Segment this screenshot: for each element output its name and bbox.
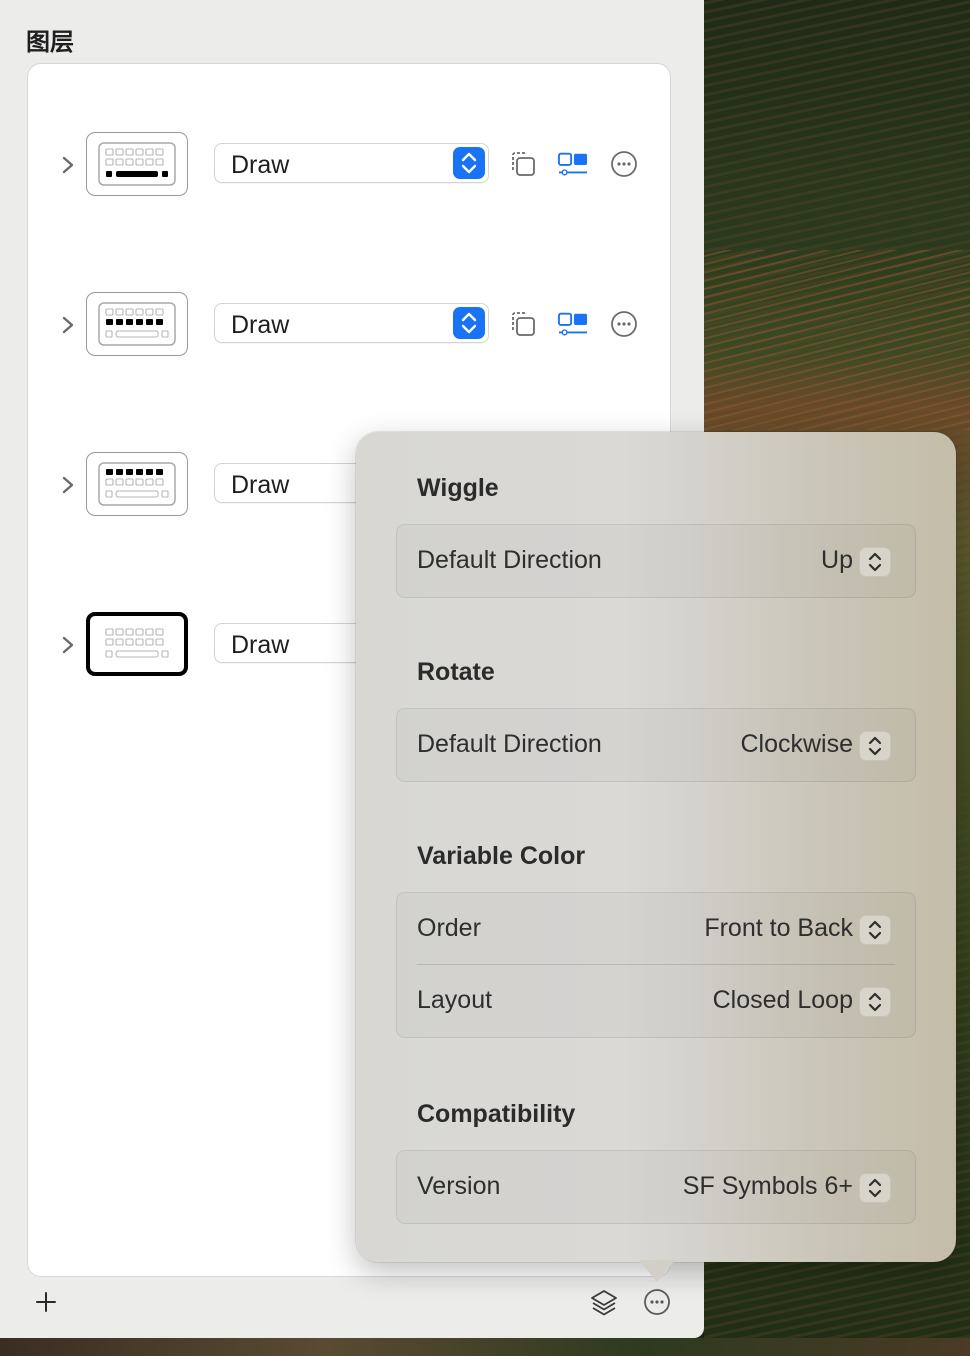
row-label: Order: [417, 914, 481, 942]
blend-mode-value: Draw: [231, 631, 290, 659]
rotate-direction-value[interactable]: Clockwise: [740, 730, 853, 759]
variable-color-settings-group: Order Front to Back Layout Closed Loop: [396, 892, 916, 1038]
section-title-rotate: Rotate: [417, 658, 495, 686]
popover-arrow: [639, 1260, 675, 1282]
blend-mode-value: Draw: [231, 471, 290, 499]
select-stepper-icon[interactable]: [859, 1173, 891, 1203]
blend-mode-select[interactable]: Draw: [214, 303, 489, 343]
more-options-icon[interactable]: [609, 149, 639, 179]
add-layer-icon[interactable]: [34, 1290, 58, 1314]
row-label: Layout: [417, 986, 493, 1014]
annotation-layout-icon[interactable]: [558, 149, 588, 179]
sidebar-title: 图层: [26, 29, 74, 56]
layer-row[interactable]: Draw: [28, 130, 670, 200]
disclosure-chevron-icon[interactable]: [58, 634, 78, 656]
section-title-wiggle: Wiggle: [417, 474, 499, 502]
keyboard-bottom-row-highlight-icon[interactable]: [86, 132, 188, 196]
rotate-settings-group: Default Direction Clockwise: [396, 708, 916, 782]
blend-mode-value: Draw: [231, 311, 290, 339]
keyboard-top-row-highlight-icon[interactable]: [86, 452, 188, 516]
keyboard-frame-highlight-icon[interactable]: [86, 612, 188, 676]
disclosure-chevron-icon[interactable]: [58, 314, 78, 336]
wiggle-settings-group: Default Direction Up: [396, 524, 916, 598]
compatibility-settings-group: Version SF Symbols 6+: [396, 1150, 916, 1224]
keyboard-middle-row-highlight-icon[interactable]: [86, 292, 188, 356]
layout-row[interactable]: Layout Closed Loop: [397, 965, 915, 1037]
disclosure-chevron-icon[interactable]: [58, 474, 78, 496]
more-options-icon[interactable]: [609, 309, 639, 339]
more-options-icon[interactable]: [643, 1288, 671, 1316]
blend-mode-value: Draw: [231, 151, 290, 179]
order-row[interactable]: Order Front to Back: [397, 893, 915, 965]
animation-options-popover: Wiggle Default Direction Up Rotate Defau…: [356, 432, 956, 1262]
disclosure-chevron-icon[interactable]: [58, 154, 78, 176]
select-stepper-icon[interactable]: [859, 731, 891, 761]
section-title-compatibility: Compatibility: [417, 1100, 576, 1128]
desktop-wallpaper-strip: [0, 1338, 970, 1356]
select-stepper-icon[interactable]: [859, 547, 891, 577]
rotate-direction-row[interactable]: Default Direction Clockwise: [397, 709, 915, 781]
duplicate-icon[interactable]: [508, 149, 538, 179]
wiggle-direction-value[interactable]: Up: [821, 546, 853, 575]
select-stepper-icon: [453, 147, 485, 179]
layout-value[interactable]: Closed Loop: [713, 986, 853, 1015]
layers-icon[interactable]: [589, 1287, 619, 1319]
row-label: Default Direction: [417, 546, 602, 574]
select-stepper-icon[interactable]: [859, 987, 891, 1017]
layer-row[interactable]: Draw: [28, 290, 670, 360]
select-stepper-icon[interactable]: [859, 915, 891, 945]
select-stepper-icon: [453, 307, 485, 339]
wiggle-direction-row[interactable]: Default Direction Up: [397, 525, 915, 597]
section-title-variable-color: Variable Color: [417, 842, 586, 870]
row-label: Version: [417, 1172, 501, 1200]
row-label: Default Direction: [417, 730, 602, 758]
order-value[interactable]: Front to Back: [704, 914, 853, 943]
duplicate-icon[interactable]: [508, 309, 538, 339]
blend-mode-select[interactable]: Draw: [214, 143, 489, 183]
version-value[interactable]: SF Symbols 6+: [683, 1172, 853, 1201]
version-row[interactable]: Version SF Symbols 6+: [397, 1151, 915, 1223]
annotation-layout-icon[interactable]: [558, 309, 588, 339]
